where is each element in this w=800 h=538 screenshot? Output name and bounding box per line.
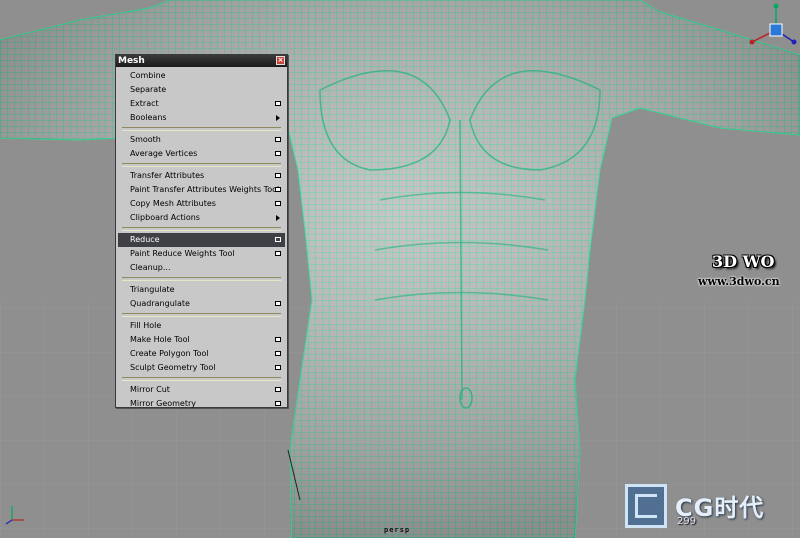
menu-item-label: Sculpt Geometry Tool bbox=[130, 363, 216, 372]
menu-item-label: Create Polygon Tool bbox=[130, 349, 209, 358]
close-icon[interactable]: × bbox=[276, 56, 285, 65]
menu-item-separate[interactable]: Separate bbox=[118, 83, 285, 97]
menu-item-average-vertices[interactable]: Average Vertices bbox=[118, 147, 285, 161]
menu-separator bbox=[122, 377, 281, 381]
cg-number-text: 299 bbox=[677, 516, 697, 527]
menu-item-label: Extract bbox=[130, 99, 159, 108]
menu-item-label: Triangulate bbox=[130, 285, 175, 294]
menu-item-mirror-geometry[interactable]: Mirror Geometry bbox=[118, 397, 285, 411]
menu-item-label: Combine bbox=[130, 71, 166, 80]
menu-item-label: Smooth bbox=[130, 135, 161, 144]
menu-item-label: Fill Hole bbox=[130, 321, 162, 330]
menu-item-paint-reduce-weights-tool[interactable]: Paint Reduce Weights Tool bbox=[118, 247, 285, 261]
submenu-arrow-icon bbox=[276, 215, 280, 221]
view-cube-icon[interactable] bbox=[742, 2, 798, 56]
menu-item-label: Paint Reduce Weights Tool bbox=[130, 249, 235, 258]
option-box-icon[interactable] bbox=[275, 187, 281, 192]
menu-item-cleanup[interactable]: Cleanup... bbox=[118, 261, 285, 275]
menu-item-fill-hole[interactable]: Fill Hole bbox=[118, 319, 285, 333]
camera-label: persp bbox=[384, 526, 411, 534]
option-box-icon[interactable] bbox=[275, 173, 281, 178]
menu-item-label: Mirror Geometry bbox=[130, 399, 197, 408]
menu-separator bbox=[122, 227, 281, 231]
option-box-icon[interactable] bbox=[275, 251, 281, 256]
menu-item-label: Cleanup... bbox=[130, 263, 171, 272]
option-box-icon[interactable] bbox=[275, 237, 281, 242]
menu-item-create-polygon-tool[interactable]: Create Polygon Tool bbox=[118, 347, 285, 361]
watermark-cg-logo: CG时代 299 bbox=[625, 484, 797, 536]
menu-list: Combine Separate Extract Booleans Smooth Aver… bbox=[116, 67, 287, 411]
menu-item-label: Copy Mesh Attributes bbox=[130, 199, 216, 208]
menu-item-extract[interactable]: Extract bbox=[118, 97, 285, 111]
option-box-icon[interactable] bbox=[275, 401, 281, 406]
menu-item-mirror-cut[interactable]: Mirror Cut bbox=[118, 383, 285, 397]
menu-title: Mesh bbox=[118, 56, 145, 66]
menu-item-reduce[interactable]: Reduce bbox=[118, 233, 285, 247]
menu-item-label: Quadrangulate bbox=[130, 299, 190, 308]
menu-item-clipboard-actions[interactable]: Clipboard Actions bbox=[118, 211, 285, 225]
menu-item-label: Average Vertices bbox=[130, 149, 198, 158]
cg-logo-icon bbox=[625, 484, 667, 528]
option-box-icon[interactable] bbox=[275, 201, 281, 206]
option-box-icon[interactable] bbox=[275, 301, 281, 306]
option-box-icon[interactable] bbox=[275, 387, 281, 392]
menu-item-label: Transfer Attributes bbox=[130, 171, 205, 180]
menu-item-booleans[interactable]: Booleans bbox=[118, 111, 285, 125]
menu-item-quadrangulate[interactable]: Quadrangulate bbox=[118, 297, 285, 311]
option-box-icon[interactable] bbox=[275, 151, 281, 156]
menu-item-copy-mesh-attributes[interactable]: Copy Mesh Attributes bbox=[118, 197, 285, 211]
mesh-menu-panel: Mesh × Combine Separate Extract Booleans Smo… bbox=[115, 54, 288, 408]
menu-item-label: Booleans bbox=[130, 113, 167, 122]
watermark-3dwo: 3D WO bbox=[712, 252, 775, 271]
option-box-icon[interactable] bbox=[275, 137, 281, 142]
menu-separator bbox=[122, 277, 281, 281]
menu-item-label: Separate bbox=[130, 85, 167, 94]
option-box-icon[interactable] bbox=[275, 365, 281, 370]
option-box-icon[interactable] bbox=[275, 101, 281, 106]
menu-separator bbox=[122, 127, 281, 131]
option-box-icon[interactable] bbox=[275, 337, 281, 342]
menu-item-label: Clipboard Actions bbox=[130, 213, 200, 222]
menu-item-transfer-attributes[interactable]: Transfer Attributes bbox=[118, 169, 285, 183]
menu-title-bar[interactable]: Mesh × bbox=[116, 55, 287, 67]
menu-item-triangulate[interactable]: Triangulate bbox=[118, 283, 285, 297]
watermark-3dwo-url: www.3dwo.cn bbox=[698, 275, 780, 288]
menu-item-make-hole-tool[interactable]: Make Hole Tool bbox=[118, 333, 285, 347]
menu-item-label: Make Hole Tool bbox=[130, 335, 190, 344]
menu-item-smooth[interactable]: Smooth bbox=[118, 133, 285, 147]
menu-separator bbox=[122, 313, 281, 317]
menu-item-label: Reduce bbox=[130, 235, 160, 244]
origin-axis-icon bbox=[4, 502, 32, 526]
menu-item-sculpt-geometry-tool[interactable]: Sculpt Geometry Tool bbox=[118, 361, 285, 375]
menu-item-label: Mirror Cut bbox=[130, 385, 170, 394]
option-box-icon[interactable] bbox=[275, 351, 281, 356]
menu-separator bbox=[122, 163, 281, 167]
menu-item-paint-transfer-attributes-weights-tool[interactable]: Paint Transfer Attributes Weights Tool bbox=[118, 183, 285, 197]
menu-item-label: Paint Transfer Attributes Weights Tool bbox=[130, 185, 280, 194]
submenu-arrow-icon bbox=[276, 115, 280, 121]
menu-item-combine[interactable]: Combine bbox=[118, 69, 285, 83]
